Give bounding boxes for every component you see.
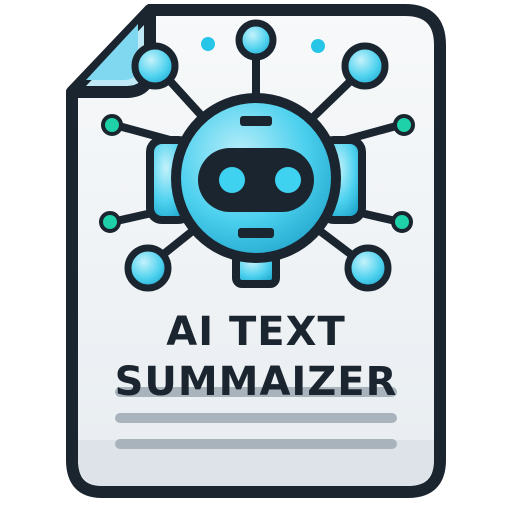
logo-title-line1: AI TEXT — [166, 309, 346, 355]
ai-text-summarizer-logo: AI TEXT SUMMAIZER — [0, 0, 512, 512]
logo-title-line2: SUMMAIZER — [114, 359, 398, 405]
document-robot-illustration — [66, 4, 446, 498]
